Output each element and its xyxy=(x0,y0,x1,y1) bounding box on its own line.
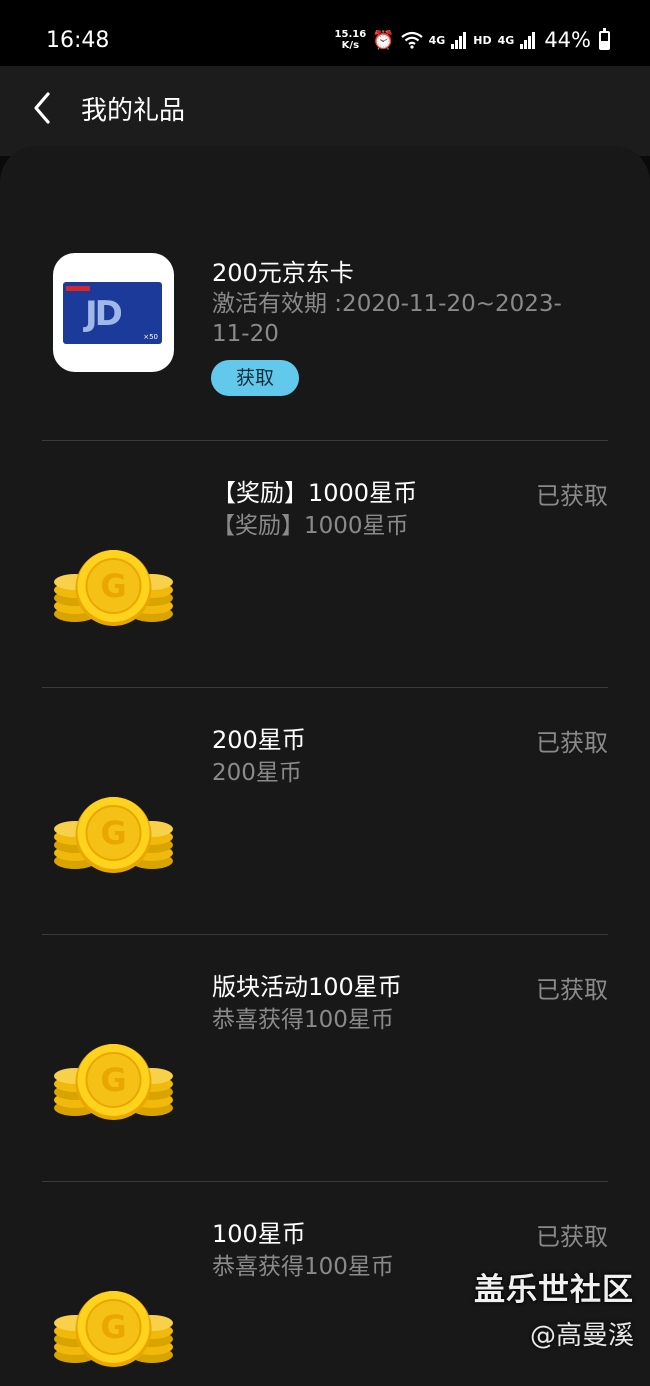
alarm-icon: ⏰ xyxy=(372,29,395,51)
item-description: 恭喜获得100星币 xyxy=(212,1254,394,1280)
list-item[interactable]: 已获取 G 100星币 恭喜获得100星币 xyxy=(0,1182,650,1386)
item-title: 版块活动100星币 xyxy=(212,973,402,1001)
jd-card-icon: JD ×50 xyxy=(53,253,174,372)
status-time: 16:48 xyxy=(46,28,110,53)
network-speed-value: 15.16 xyxy=(334,29,367,40)
svg-text:G: G xyxy=(100,814,126,852)
battery-percent: 44% xyxy=(544,28,591,52)
jd-logo: JD xyxy=(85,294,123,334)
jd-card-image: JD ×50 xyxy=(63,282,162,344)
status-icons: 15.16 K/s ⏰ 4G HD 4G 44% xyxy=(335,27,610,52)
claim-button[interactable]: 获取 xyxy=(211,360,299,396)
claimed-status: 已获取 xyxy=(536,729,608,757)
network-speed: 15.16 K/s xyxy=(335,29,367,51)
gold-coin-icon: G xyxy=(53,1289,174,1369)
item-description: 恭喜获得100星币 xyxy=(212,1007,394,1033)
hd-label: HD xyxy=(473,33,492,47)
gold-coin-icon: G xyxy=(53,1042,174,1122)
gold-coin-icon: G xyxy=(53,548,174,628)
status-bar: 16:48 15.16 K/s ⏰ 4G HD 4G 44% xyxy=(0,0,650,66)
gift-list-panel: JD ×50 200元京东卡 激活有效期 :2020-11-20~2023-11… xyxy=(0,146,650,1386)
app-header: 我的礼品 xyxy=(0,66,650,156)
claimed-status: 已获取 xyxy=(536,976,608,1004)
list-item[interactable]: 已获取 G 【奖励】1000星币 【奖励】1000星币 xyxy=(0,441,650,688)
jd-card-strip xyxy=(66,286,90,291)
item-title: 100星币 xyxy=(212,1220,306,1248)
signal-icon xyxy=(520,32,536,49)
svg-text:G: G xyxy=(100,567,126,605)
list-item[interactable]: 已获取 G 200星币 200星币 xyxy=(0,688,650,935)
claimed-status: 已获取 xyxy=(536,482,608,510)
svg-text:G: G xyxy=(100,1061,126,1099)
item-description: 200星币 xyxy=(212,760,302,786)
claimed-status: 已获取 xyxy=(536,1223,608,1251)
network-4g-label: 4G xyxy=(428,33,446,47)
gold-coin-icon: G xyxy=(53,795,174,875)
network-speed-unit: K/s xyxy=(341,40,360,51)
item-title: 【奖励】1000星币 xyxy=(212,479,418,507)
battery-icon xyxy=(599,27,610,50)
page-title: 我的礼品 xyxy=(81,96,186,126)
chevron-left-icon xyxy=(34,92,50,124)
wifi-icon xyxy=(400,31,423,49)
item-description: 激活有效期 :2020-11-20~2023-11-20 xyxy=(212,291,562,347)
list-item[interactable]: 已获取 G 版块活动100星币 恭喜获得100星币 xyxy=(0,935,650,1182)
network-4g-label: 4G xyxy=(497,33,515,47)
list-item[interactable]: JD ×50 200元京东卡 激活有效期 :2020-11-20~2023-11… xyxy=(0,146,650,441)
item-title: 200星币 xyxy=(212,726,306,754)
svg-text:G: G xyxy=(100,1308,126,1346)
jd-card-amount: ×50 xyxy=(143,333,158,341)
item-description: 【奖励】1000星币 xyxy=(212,513,409,539)
signal-icon xyxy=(451,32,467,49)
back-button[interactable] xyxy=(28,88,62,128)
item-title: 200元京东卡 xyxy=(212,259,354,287)
